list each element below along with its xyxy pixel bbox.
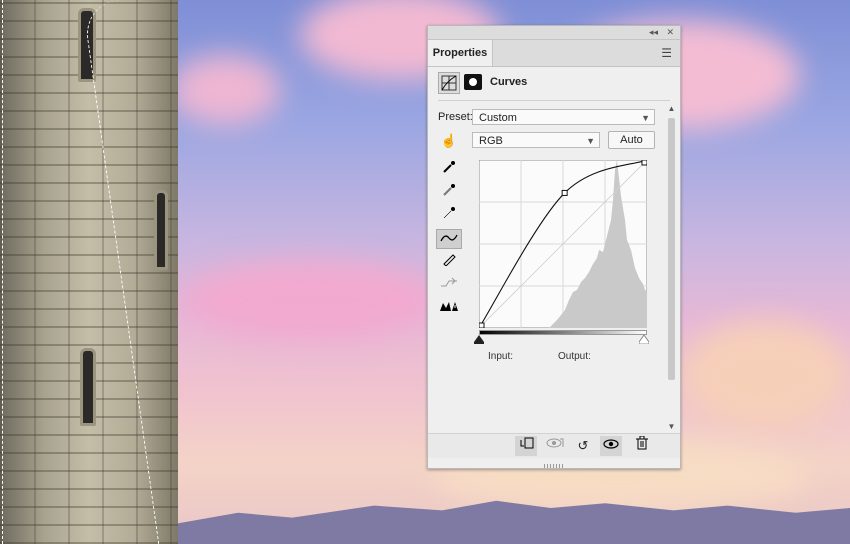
tab-properties[interactable]: Properties <box>428 40 493 66</box>
close-icon[interactable]: ✕ <box>666 26 674 39</box>
panel-menu-icon[interactable]: ☰ <box>661 47 672 59</box>
curves-layer-icon[interactable] <box>438 72 460 94</box>
clip-to-layer-icon[interactable] <box>515 436 537 456</box>
adjustment-title: Curves <box>490 76 528 88</box>
pencil-icon[interactable] <box>436 252 462 272</box>
selection-marquee <box>2 0 3 544</box>
scroll-down-icon[interactable]: ▼ <box>666 422 677 432</box>
smooth-curve-icon[interactable] <box>436 275 462 295</box>
resize-grip[interactable] <box>544 464 564 468</box>
collapse-icon[interactable]: ◂◂ <box>649 26 658 39</box>
reset-icon[interactable]: ↺ <box>572 436 594 456</box>
cloud <box>680 320 850 430</box>
curve-control-point[interactable] <box>561 189 568 196</box>
auto-button[interactable]: Auto <box>608 131 655 149</box>
chevron-down-icon: ▼ <box>641 113 650 123</box>
visibility-eye-icon[interactable] <box>600 436 622 456</box>
eyedropper-white-icon[interactable] <box>436 206 462 226</box>
panel-topbar: ◂◂ ✕ <box>428 26 680 40</box>
panel-footer: ↺ <box>428 433 680 458</box>
preset-label: Preset: <box>438 111 473 123</box>
mountains <box>170 500 850 544</box>
mask-icon[interactable] <box>464 74 482 90</box>
output-gradient-bar <box>479 330 647 335</box>
clipping-warning-icon[interactable] <box>436 298 462 318</box>
channel-select[interactable]: RGB ▼ <box>472 132 600 148</box>
white-point-slider[interactable] <box>639 335 649 344</box>
cloud <box>180 260 440 340</box>
targeted-adjust-icon[interactable]: ☝ <box>438 132 460 150</box>
eyedropper-gray-icon[interactable] <box>436 183 462 203</box>
view-previous-state-icon[interactable] <box>544 436 566 456</box>
input-label: Input: <box>488 351 514 362</box>
eyedropper-black-icon[interactable] <box>436 160 462 180</box>
divider <box>438 100 670 101</box>
chevron-down-icon: ▼ <box>586 136 595 146</box>
curve-control-point[interactable] <box>641 160 647 166</box>
canvas-image <box>0 0 850 544</box>
panel-tab-row: Properties ☰ <box>428 40 680 67</box>
channel-value: RGB <box>479 135 503 147</box>
curve-control-point[interactable] <box>479 322 485 328</box>
cloud <box>170 55 280 125</box>
scroll-thumb[interactable] <box>668 118 675 380</box>
curves-graph[interactable] <box>479 160 647 328</box>
output-label: Output: <box>558 351 591 362</box>
black-point-slider[interactable] <box>474 335 484 344</box>
tower-window <box>80 348 96 426</box>
preset-select[interactable]: Custom ▼ <box>472 109 655 125</box>
properties-panel: ◂◂ ✕ Properties ☰ Curves Preset: Custom … <box>427 25 681 469</box>
panel-scrollbar[interactable]: ▲ ▼ <box>666 102 677 432</box>
preset-value: Custom <box>479 112 517 124</box>
trash-icon[interactable] <box>631 435 653 456</box>
scroll-up-icon[interactable]: ▲ <box>666 104 677 114</box>
adjustment-header: Curves <box>438 72 668 94</box>
curve-points-icon[interactable] <box>436 229 462 249</box>
